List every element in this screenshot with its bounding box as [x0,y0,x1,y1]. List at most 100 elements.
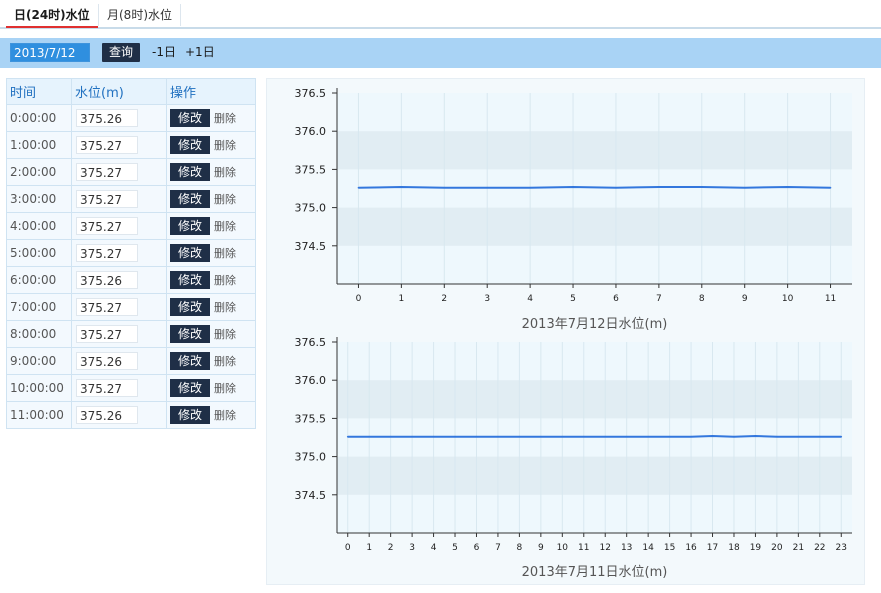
x-tick-label: 3 [484,294,490,304]
row-value-cell: 375.26 [71,104,167,132]
edit-button[interactable]: 修改 [170,406,210,424]
delete-link[interactable]: 删除 [214,166,236,179]
row-time: 1:00:00 [6,131,72,159]
data-point [829,186,832,189]
tab-daily-24h[interactable]: 日(24时)水位 [6,4,98,28]
table-row: 8:00:00 375.27 修改 删除 [6,320,256,348]
data-point [647,435,649,438]
edit-button[interactable]: 修改 [170,244,210,262]
delete-link[interactable]: 删除 [214,409,236,422]
tab-monthly-8h[interactable]: 月(8时)水位 [98,4,181,26]
water-level-field[interactable]: 375.27 [76,379,138,397]
row-value-cell: 375.27 [71,239,167,267]
data-point [357,186,360,189]
next-day-link[interactable]: +1日 [185,43,215,62]
row-actions: 修改 删除 [166,266,256,294]
data-point [432,435,435,438]
x-tick-label: 22 [814,543,825,553]
edit-button[interactable]: 修改 [170,379,210,397]
edit-button[interactable]: 修改 [170,298,210,316]
water-level-field[interactable]: 375.27 [76,325,138,343]
prev-day-link[interactable]: -1日 [152,43,176,62]
data-point [529,186,531,189]
y-tick-label: 375.5 [295,412,327,425]
water-level-field[interactable]: 375.27 [76,298,138,316]
edit-button[interactable]: 修改 [170,163,210,181]
data-point [561,435,564,438]
y-tick-label: 374.5 [295,240,327,253]
water-level-table: 时间 水位(m) 操作 0:00:00 375.26 修改 删除 1:00:00 375.… [6,78,256,429]
table-row: 4:00:00 375.27 修改 删除 [6,212,256,240]
x-tick-label: 6 [474,543,480,553]
delete-link[interactable]: 删除 [214,355,236,368]
x-tick-label: 16 [685,543,697,553]
water-level-field[interactable]: 375.27 [76,190,138,208]
data-point [615,186,617,189]
edit-button[interactable]: 修改 [170,109,210,127]
date-input[interactable]: 2013/7/12 [10,43,90,62]
water-level-field[interactable]: 375.26 [76,271,138,289]
water-level-field[interactable]: 375.26 [76,406,138,424]
row-value-cell: 375.27 [71,212,167,240]
charts-canvas: 374.5375.0375.5376.0376.50 1 2 3 4 5 6 7 8 9 10 112… [295,87,852,580]
water-level-field[interactable]: 375.26 [76,109,138,127]
edit-button[interactable]: 修改 [170,190,210,208]
row-time: 11:00:00 [6,401,72,429]
table-row: 0:00:00 375.26 修改 删除 [6,104,256,132]
y-tick-label: 376.0 [295,374,327,387]
x-tick-label: 2 [441,294,447,304]
x-tick-label: 5 [570,294,576,304]
table-row: 3:00:00 375.27 修改 删除 [6,185,256,213]
delete-link[interactable]: 删除 [214,274,236,287]
row-time: 4:00:00 [6,212,72,240]
row-actions: 修改 删除 [166,185,256,213]
table-row: 9:00:00 375.26 修改 删除 [6,347,256,375]
row-time: 9:00:00 [6,347,72,375]
y-tick-label: 375.0 [295,451,327,464]
data-point [389,435,392,438]
table-row: 10:00:00 375.27 修改 删除 [6,374,256,402]
edit-button[interactable]: 修改 [170,271,210,289]
data-point [486,186,489,189]
water-level-field[interactable]: 375.27 [76,217,138,235]
data-point [518,435,521,438]
data-point [754,435,757,437]
edit-button[interactable]: 修改 [170,217,210,235]
table-row: 5:00:00 375.27 修改 删除 [6,239,256,267]
tab-bar: 日(24时)水位 月(8时)水位 [0,0,881,29]
plot-band [337,456,852,495]
delete-link[interactable]: 删除 [214,247,236,260]
row-actions: 修改 删除 [166,347,256,375]
water-level-field[interactable]: 375.27 [76,163,138,181]
x-tick-label: 13 [621,543,632,553]
water-level-field[interactable]: 375.27 [76,136,138,154]
x-tick-label: 5 [452,543,458,553]
table-row: 6:00:00 375.26 修改 删除 [6,266,256,294]
delete-link[interactable]: 删除 [214,112,236,125]
delete-link[interactable]: 删除 [214,328,236,341]
edit-button[interactable]: 修改 [170,136,210,154]
query-button[interactable]: 查询 [102,43,140,62]
edit-button[interactable]: 修改 [170,325,210,343]
x-tick-label: 11 [578,543,589,553]
delete-link[interactable]: 删除 [214,301,236,314]
data-point [625,435,628,438]
x-tick-label: 9 [538,543,544,553]
column-header-water-level: 水位(m) [71,78,167,105]
delete-link[interactable]: 删除 [214,139,236,152]
water-level-field[interactable]: 375.26 [76,352,138,370]
plot-area [337,93,852,284]
plot-band [337,207,852,246]
data-point [604,435,607,438]
delete-link[interactable]: 删除 [214,193,236,206]
delete-link[interactable]: 删除 [214,220,236,233]
edit-button[interactable]: 修改 [170,352,210,370]
y-tick-label: 376.5 [295,87,327,100]
water-level-field[interactable]: 375.27 [76,244,138,262]
row-actions: 修改 删除 [166,401,256,429]
x-tick-label: 19 [750,543,762,553]
data-point [411,435,413,438]
x-tick-label: 20 [771,543,783,553]
query-bar: 2013/7/12 查询 -1日 +1日 [0,38,881,68]
delete-link[interactable]: 删除 [214,382,236,395]
